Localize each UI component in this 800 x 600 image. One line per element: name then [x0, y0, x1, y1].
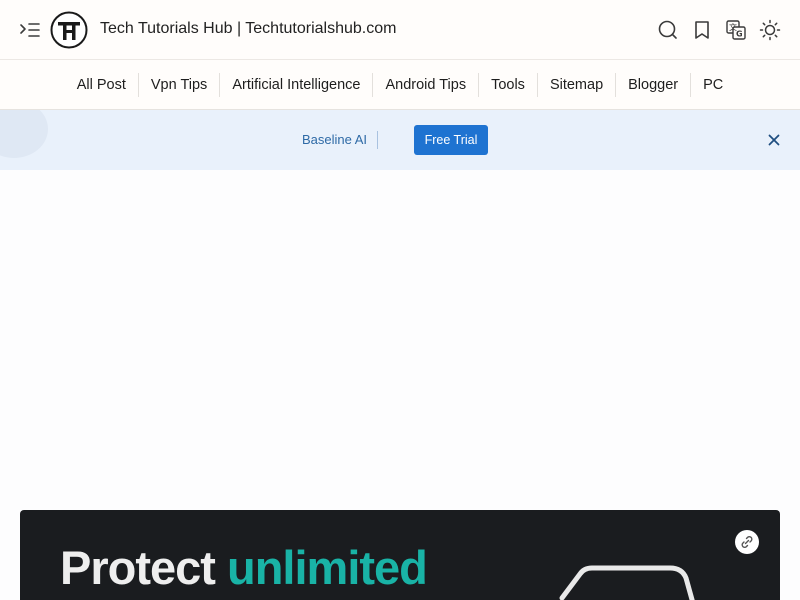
bookmark-icon[interactable]	[691, 19, 713, 41]
ad-headline-part2: unlimited	[227, 541, 428, 594]
free-trial-button[interactable]: Free Trial	[414, 125, 488, 155]
site-logo[interactable]	[50, 11, 88, 49]
nav-item-tools[interactable]: Tools	[479, 72, 538, 97]
ad-headline-part1: Protect	[60, 541, 216, 594]
theme-toggle-icon[interactable]	[759, 19, 781, 41]
ad-card[interactable]: Protect unlimited	[20, 510, 780, 600]
svg-text:G: G	[736, 30, 743, 39]
menu-icon[interactable]	[18, 19, 42, 41]
nav-item-artificial-intelligence[interactable]: Artificial Intelligence	[220, 72, 374, 97]
banner-divider	[377, 131, 378, 149]
site-header: Tech Tutorials Hub | Techtutorialshub.co…	[0, 0, 800, 60]
promo-banner: Baseline AI Free Trial	[0, 110, 800, 170]
nav-item-blogger[interactable]: Blogger	[616, 72, 692, 97]
nav-item-android-tips[interactable]: Android Tips	[373, 72, 480, 97]
nav-item-pc[interactable]: PC	[691, 73, 735, 97]
banner-decoration	[0, 110, 48, 158]
ad-headline: Protect unlimited	[60, 540, 428, 595]
banner-text[interactable]: Baseline AI	[302, 132, 367, 147]
device-illustration	[540, 558, 700, 600]
link-icon[interactable]	[735, 530, 759, 554]
main-nav: All Post Vpn Tips Artificial Intelligenc…	[0, 60, 800, 110]
nav-item-sitemap[interactable]: Sitemap	[538, 72, 617, 97]
nav-item-vpn-tips[interactable]: Vpn Tips	[139, 72, 221, 97]
close-icon[interactable]	[766, 132, 782, 148]
translate-icon[interactable]: 文 G	[725, 19, 747, 41]
search-icon[interactable]	[657, 19, 679, 41]
site-title[interactable]: Tech Tutorials Hub | Techtutorialshub.co…	[100, 20, 396, 38]
nav-item-all-post[interactable]: All Post	[65, 72, 139, 97]
